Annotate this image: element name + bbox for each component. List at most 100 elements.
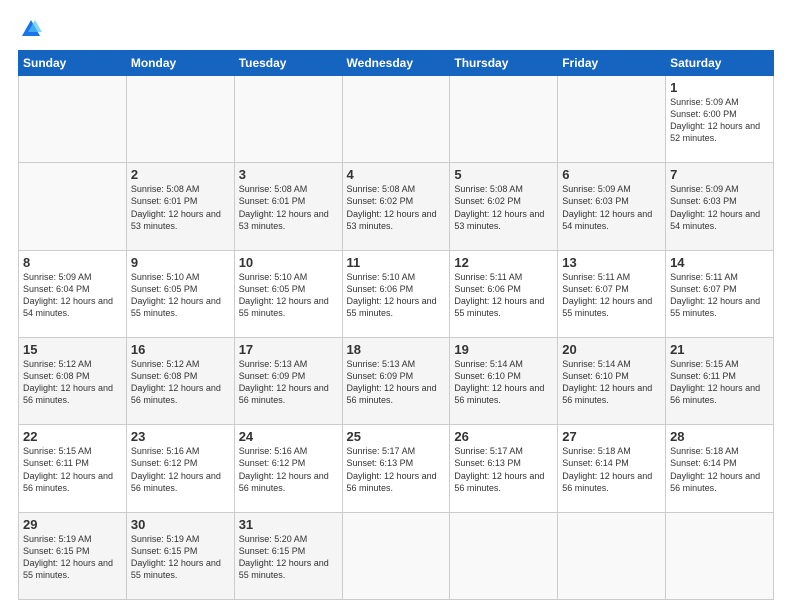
calendar-day-27: 27 Sunrise: 5:18 AMSunset: 6:14 PMDaylig… bbox=[558, 425, 666, 512]
empty-cell bbox=[342, 512, 450, 599]
calendar-header-row: SundayMondayTuesdayWednesdayThursdayFrid… bbox=[19, 51, 774, 76]
calendar-week-4: 15 Sunrise: 5:12 AMSunset: 6:08 PMDaylig… bbox=[19, 337, 774, 424]
calendar-day-26: 26 Sunrise: 5:17 AMSunset: 6:13 PMDaylig… bbox=[450, 425, 558, 512]
day-number: 3 bbox=[239, 167, 338, 182]
calendar-day-5: 5 Sunrise: 5:08 AMSunset: 6:02 PMDayligh… bbox=[450, 163, 558, 250]
calendar-week-6: 29 Sunrise: 5:19 AMSunset: 6:15 PMDaylig… bbox=[19, 512, 774, 599]
calendar-day-23: 23 Sunrise: 5:16 AMSunset: 6:12 PMDaylig… bbox=[126, 425, 234, 512]
day-number: 27 bbox=[562, 429, 661, 444]
day-header-thursday: Thursday bbox=[450, 51, 558, 76]
empty-cell bbox=[19, 163, 127, 250]
day-info: Sunrise: 5:12 AMSunset: 6:08 PMDaylight:… bbox=[23, 359, 113, 405]
day-number: 18 bbox=[347, 342, 446, 357]
calendar-week-3: 8 Sunrise: 5:09 AMSunset: 6:04 PMDayligh… bbox=[19, 250, 774, 337]
day-info: Sunrise: 5:16 AMSunset: 6:12 PMDaylight:… bbox=[239, 446, 329, 492]
day-info: Sunrise: 5:16 AMSunset: 6:12 PMDaylight:… bbox=[131, 446, 221, 492]
calendar-table: SundayMondayTuesdayWednesdayThursdayFrid… bbox=[18, 50, 774, 600]
calendar-week-5: 22 Sunrise: 5:15 AMSunset: 6:11 PMDaylig… bbox=[19, 425, 774, 512]
calendar-day-3: 3 Sunrise: 5:08 AMSunset: 6:01 PMDayligh… bbox=[234, 163, 342, 250]
day-info: Sunrise: 5:09 AMSunset: 6:03 PMDaylight:… bbox=[670, 184, 760, 230]
calendar-day-28: 28 Sunrise: 5:18 AMSunset: 6:14 PMDaylig… bbox=[666, 425, 774, 512]
empty-cell bbox=[558, 512, 666, 599]
logo-row bbox=[18, 18, 42, 40]
day-info: Sunrise: 5:13 AMSunset: 6:09 PMDaylight:… bbox=[239, 359, 329, 405]
day-number: 30 bbox=[131, 517, 230, 532]
calendar-day-21: 21 Sunrise: 5:15 AMSunset: 6:11 PMDaylig… bbox=[666, 337, 774, 424]
day-info: Sunrise: 5:18 AMSunset: 6:14 PMDaylight:… bbox=[562, 446, 652, 492]
day-number: 24 bbox=[239, 429, 338, 444]
day-number: 12 bbox=[454, 255, 553, 270]
day-info: Sunrise: 5:19 AMSunset: 6:15 PMDaylight:… bbox=[23, 534, 113, 580]
calendar-day-4: 4 Sunrise: 5:08 AMSunset: 6:02 PMDayligh… bbox=[342, 163, 450, 250]
day-header-tuesday: Tuesday bbox=[234, 51, 342, 76]
empty-cell bbox=[342, 76, 450, 163]
empty-cell bbox=[126, 76, 234, 163]
calendar-day-14: 14 Sunrise: 5:11 AMSunset: 6:07 PMDaylig… bbox=[666, 250, 774, 337]
day-info: Sunrise: 5:19 AMSunset: 6:15 PMDaylight:… bbox=[131, 534, 221, 580]
day-info: Sunrise: 5:18 AMSunset: 6:14 PMDaylight:… bbox=[670, 446, 760, 492]
day-header-friday: Friday bbox=[558, 51, 666, 76]
calendar-day-18: 18 Sunrise: 5:13 AMSunset: 6:09 PMDaylig… bbox=[342, 337, 450, 424]
day-number: 7 bbox=[670, 167, 769, 182]
calendar-day-24: 24 Sunrise: 5:16 AMSunset: 6:12 PMDaylig… bbox=[234, 425, 342, 512]
empty-cell bbox=[558, 76, 666, 163]
empty-cell bbox=[234, 76, 342, 163]
page: SundayMondayTuesdayWednesdayThursdayFrid… bbox=[0, 0, 792, 612]
calendar-day-1: 1 Sunrise: 5:09 AMSunset: 6:00 PMDayligh… bbox=[666, 76, 774, 163]
day-number: 5 bbox=[454, 167, 553, 182]
day-info: Sunrise: 5:14 AMSunset: 6:10 PMDaylight:… bbox=[562, 359, 652, 405]
calendar-day-7: 7 Sunrise: 5:09 AMSunset: 6:03 PMDayligh… bbox=[666, 163, 774, 250]
empty-cell bbox=[450, 512, 558, 599]
day-number: 13 bbox=[562, 255, 661, 270]
day-info: Sunrise: 5:13 AMSunset: 6:09 PMDaylight:… bbox=[347, 359, 437, 405]
calendar-day-29: 29 Sunrise: 5:19 AMSunset: 6:15 PMDaylig… bbox=[19, 512, 127, 599]
calendar-day-17: 17 Sunrise: 5:13 AMSunset: 6:09 PMDaylig… bbox=[234, 337, 342, 424]
day-info: Sunrise: 5:10 AMSunset: 6:06 PMDaylight:… bbox=[347, 272, 437, 318]
day-info: Sunrise: 5:11 AMSunset: 6:07 PMDaylight:… bbox=[670, 272, 760, 318]
day-number: 21 bbox=[670, 342, 769, 357]
day-number: 31 bbox=[239, 517, 338, 532]
day-number: 14 bbox=[670, 255, 769, 270]
calendar-day-22: 22 Sunrise: 5:15 AMSunset: 6:11 PMDaylig… bbox=[19, 425, 127, 512]
day-info: Sunrise: 5:12 AMSunset: 6:08 PMDaylight:… bbox=[131, 359, 221, 405]
day-info: Sunrise: 5:17 AMSunset: 6:13 PMDaylight:… bbox=[454, 446, 544, 492]
day-info: Sunrise: 5:11 AMSunset: 6:06 PMDaylight:… bbox=[454, 272, 544, 318]
day-info: Sunrise: 5:15 AMSunset: 6:11 PMDaylight:… bbox=[670, 359, 760, 405]
logo-icon bbox=[20, 18, 42, 40]
day-number: 29 bbox=[23, 517, 122, 532]
day-number: 17 bbox=[239, 342, 338, 357]
day-number: 1 bbox=[670, 80, 769, 95]
calendar-day-16: 16 Sunrise: 5:12 AMSunset: 6:08 PMDaylig… bbox=[126, 337, 234, 424]
day-number: 6 bbox=[562, 167, 661, 182]
day-info: Sunrise: 5:10 AMSunset: 6:05 PMDaylight:… bbox=[239, 272, 329, 318]
calendar-week-1: 1 Sunrise: 5:09 AMSunset: 6:00 PMDayligh… bbox=[19, 76, 774, 163]
empty-cell bbox=[666, 512, 774, 599]
day-number: 20 bbox=[562, 342, 661, 357]
day-info: Sunrise: 5:20 AMSunset: 6:15 PMDaylight:… bbox=[239, 534, 329, 580]
calendar-day-11: 11 Sunrise: 5:10 AMSunset: 6:06 PMDaylig… bbox=[342, 250, 450, 337]
day-info: Sunrise: 5:08 AMSunset: 6:01 PMDaylight:… bbox=[239, 184, 329, 230]
day-info: Sunrise: 5:08 AMSunset: 6:01 PMDaylight:… bbox=[131, 184, 221, 230]
calendar-day-19: 19 Sunrise: 5:14 AMSunset: 6:10 PMDaylig… bbox=[450, 337, 558, 424]
calendar-day-15: 15 Sunrise: 5:12 AMSunset: 6:08 PMDaylig… bbox=[19, 337, 127, 424]
day-info: Sunrise: 5:17 AMSunset: 6:13 PMDaylight:… bbox=[347, 446, 437, 492]
day-number: 26 bbox=[454, 429, 553, 444]
day-number: 9 bbox=[131, 255, 230, 270]
day-number: 23 bbox=[131, 429, 230, 444]
calendar-day-31: 31 Sunrise: 5:20 AMSunset: 6:15 PMDaylig… bbox=[234, 512, 342, 599]
day-info: Sunrise: 5:10 AMSunset: 6:05 PMDaylight:… bbox=[131, 272, 221, 318]
header bbox=[18, 18, 774, 40]
day-number: 11 bbox=[347, 255, 446, 270]
day-header-monday: Monday bbox=[126, 51, 234, 76]
day-number: 28 bbox=[670, 429, 769, 444]
calendar-day-13: 13 Sunrise: 5:11 AMSunset: 6:07 PMDaylig… bbox=[558, 250, 666, 337]
day-number: 10 bbox=[239, 255, 338, 270]
day-info: Sunrise: 5:09 AMSunset: 6:03 PMDaylight:… bbox=[562, 184, 652, 230]
day-header-sunday: Sunday bbox=[19, 51, 127, 76]
calendar-day-2: 2 Sunrise: 5:08 AMSunset: 6:01 PMDayligh… bbox=[126, 163, 234, 250]
day-number: 16 bbox=[131, 342, 230, 357]
day-number: 19 bbox=[454, 342, 553, 357]
logo bbox=[18, 18, 42, 40]
day-header-saturday: Saturday bbox=[666, 51, 774, 76]
calendar-day-6: 6 Sunrise: 5:09 AMSunset: 6:03 PMDayligh… bbox=[558, 163, 666, 250]
